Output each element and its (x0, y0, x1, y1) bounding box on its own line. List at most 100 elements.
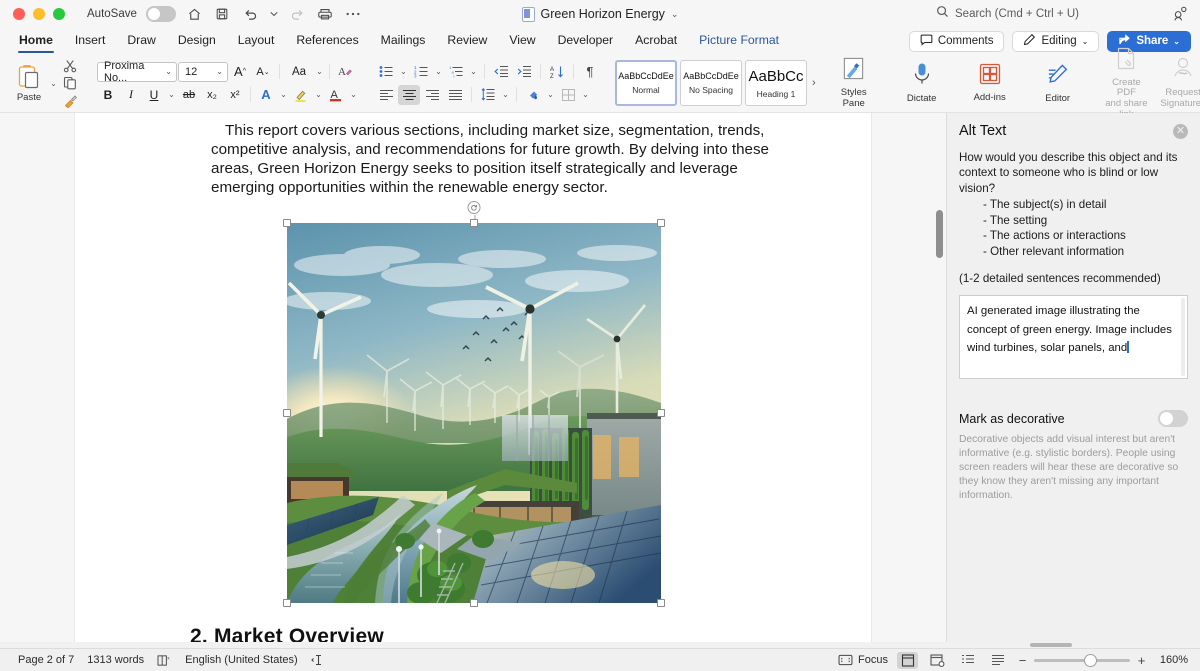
more-options-icon[interactable] (344, 5, 363, 24)
page-indicator[interactable]: Page 2 of 7 (18, 654, 74, 666)
multilevel-list-icon[interactable]: 1ai (445, 62, 467, 82)
maximize-window-button[interactable] (53, 8, 65, 20)
document-canvas[interactable]: This report covers various sections, inc… (0, 113, 946, 648)
zoom-out-button[interactable]: − (1017, 653, 1028, 668)
change-case-button[interactable]: Aa (285, 62, 313, 82)
tab-layout[interactable]: Layout (227, 28, 286, 54)
scissors-icon[interactable] (59, 58, 81, 73)
comments-button[interactable]: Comments (909, 31, 1005, 52)
zoom-slider[interactable]: − + (1017, 653, 1147, 668)
editor-button[interactable]: Editor (1032, 56, 1084, 110)
text-effects-icon[interactable]: A (255, 85, 277, 105)
vertical-scrollbar-thumb[interactable] (936, 210, 943, 258)
tab-view[interactable]: View (498, 28, 546, 54)
underline-button[interactable]: U (143, 85, 165, 105)
bold-button[interactable]: B (97, 85, 119, 105)
sort-az-icon[interactable]: AZ (546, 62, 568, 82)
numbering-chevron-down-icon[interactable]: ⌄ (433, 67, 444, 76)
change-case-chevron-down-icon[interactable]: ⌄ (314, 67, 325, 76)
borders-chevron-down-icon[interactable]: ⌄ (580, 90, 591, 99)
zoom-in-button[interactable]: + (1136, 653, 1147, 668)
tab-design[interactable]: Design (167, 28, 227, 54)
decrease-indent-icon[interactable] (490, 62, 512, 82)
pilcrow-icon[interactable]: ¶ (579, 62, 601, 82)
close-icon[interactable]: ✕ (1173, 124, 1188, 139)
bullet-list-icon[interactable] (375, 62, 397, 82)
collaborators-icon[interactable] (1171, 5, 1190, 24)
tab-picture-format[interactable]: Picture Format (688, 28, 790, 54)
draft-view-button[interactable] (987, 652, 1008, 669)
style-normal[interactable]: AaBbCcDdEe Normal (615, 60, 677, 106)
web-layout-view-button[interactable] (927, 652, 948, 669)
green-energy-illustration[interactable] (287, 223, 661, 603)
align-right-icon[interactable] (421, 85, 443, 105)
proofing-icon[interactable]: x (157, 654, 172, 667)
tab-draw[interactable]: Draw (116, 28, 166, 54)
tab-insert[interactable]: Insert (64, 28, 116, 54)
shading-icon[interactable] (522, 85, 544, 105)
bullets-chevron-down-icon[interactable]: ⌄ (398, 67, 409, 76)
resize-handle-bottom-right[interactable] (657, 599, 665, 607)
focus-mode-button[interactable]: Focus (838, 654, 888, 666)
title-chevron-down-icon[interactable]: ⌄ (671, 9, 679, 20)
language-indicator[interactable]: English (United States) (185, 654, 298, 666)
search-input[interactable]: Search (Cmd + Ctrl + U) (929, 4, 1161, 24)
create-pdf-button[interactable]: Create PDF and share link (1100, 56, 1153, 110)
style-no-spacing[interactable]: AaBbCcDdEe No Spacing (680, 60, 742, 106)
grow-font-button[interactable]: A^ (229, 62, 251, 82)
paste-chevron-down-icon[interactable]: ⌄ (48, 79, 59, 88)
line-spacing-icon[interactable] (477, 85, 499, 105)
styles-pane-button[interactable]: Styles Pane (828, 56, 880, 110)
increase-indent-icon[interactable] (513, 62, 535, 82)
autosave-toggle[interactable] (146, 6, 176, 22)
home-icon[interactable] (185, 5, 204, 24)
font-size-select[interactable]: 12 ⌄ (178, 62, 228, 82)
style-heading-1[interactable]: AaBbCc Heading 1 (745, 60, 807, 106)
multilevel-chevron-down-icon[interactable]: ⌄ (468, 67, 479, 76)
resize-handle-top-left[interactable] (283, 219, 291, 227)
font-color-chevron-down-icon[interactable]: ⌄ (348, 90, 359, 99)
numbered-list-icon[interactable]: 123 (410, 62, 432, 82)
clear-formatting-icon[interactable]: A (334, 62, 356, 82)
text-effects-chevron-down-icon[interactable]: ⌄ (278, 90, 289, 99)
redo-icon[interactable] (288, 5, 307, 24)
horizontal-scrollbar-thumb[interactable] (1030, 643, 1072, 647)
tab-developer[interactable]: Developer (547, 28, 625, 54)
document-page[interactable]: This report covers various sections, inc… (75, 113, 871, 648)
outline-view-button[interactable] (957, 652, 978, 669)
undo-chevron-down-icon[interactable] (269, 5, 279, 24)
selected-image-object[interactable] (287, 223, 661, 603)
borders-icon[interactable] (557, 85, 579, 105)
rotate-handle[interactable] (468, 201, 481, 214)
shading-chevron-down-icon[interactable]: ⌄ (545, 90, 556, 99)
format-painter-icon[interactable] (59, 93, 81, 108)
tab-acrobat[interactable]: Acrobat (624, 28, 688, 54)
save-icon[interactable] (213, 5, 232, 24)
dictate-button[interactable]: Dictate (896, 56, 948, 110)
justify-icon[interactable] (444, 85, 466, 105)
window-controls[interactable] (13, 8, 65, 20)
resize-handle-top-center[interactable] (470, 219, 478, 227)
italic-button[interactable]: I (120, 85, 142, 105)
zoom-knob[interactable] (1084, 654, 1097, 667)
subscript-button[interactable]: x₂ (201, 85, 223, 105)
tab-home[interactable]: Home (8, 28, 64, 54)
zoom-level-label[interactable]: 160% (1156, 654, 1188, 666)
highlight-icon[interactable] (290, 85, 312, 105)
print-layout-view-button[interactable] (897, 652, 918, 669)
add-ins-button[interactable]: Add-ins (964, 56, 1016, 110)
close-window-button[interactable] (13, 8, 25, 20)
resize-handle-bottom-left[interactable] (283, 599, 291, 607)
alt-text-input[interactable]: AI generated image illustrating the conc… (959, 295, 1188, 379)
alt-text-scrollbar[interactable] (1181, 298, 1185, 376)
shrink-font-button[interactable]: A⌄ (252, 62, 274, 82)
undo-icon[interactable] (241, 5, 260, 24)
zoom-track[interactable] (1034, 659, 1130, 662)
document-paragraph[interactable]: This report covers various sections, inc… (211, 122, 771, 197)
copy-icon[interactable] (59, 75, 81, 90)
track-changes-icon[interactable] (311, 653, 325, 667)
tab-mailings[interactable]: Mailings (370, 28, 437, 54)
tab-review[interactable]: Review (436, 28, 498, 54)
resize-handle-bottom-center[interactable] (470, 599, 478, 607)
resize-handle-middle-left[interactable] (283, 409, 291, 417)
